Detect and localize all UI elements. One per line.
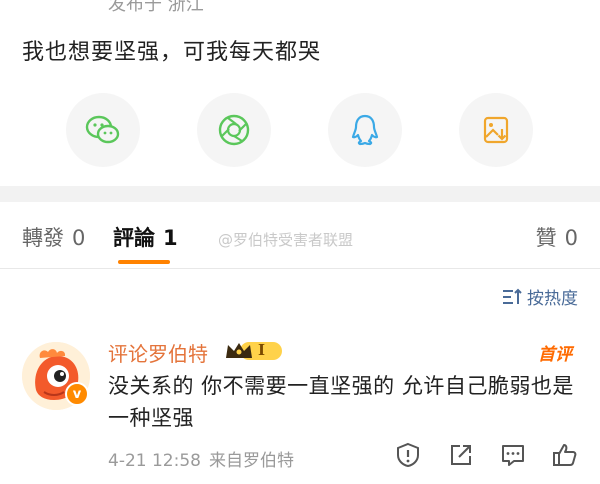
save-image-icon	[483, 116, 509, 144]
tab-comment-count: 1	[163, 226, 178, 250]
share-moments-button[interactable]	[197, 93, 271, 167]
watermark: @罗伯特受害者联盟	[218, 231, 354, 249]
comment-time: 4-21 12:58	[108, 451, 201, 471]
qq-icon	[351, 114, 379, 146]
share-comment-icon[interactable]	[448, 442, 474, 468]
tab-repost[interactable]: 轉發 0	[22, 222, 85, 252]
tab-repost-count: 0	[72, 226, 86, 250]
share-qq-button[interactable]	[328, 93, 402, 167]
sort-icon	[503, 288, 522, 304]
share-save-image-button[interactable]	[459, 93, 533, 167]
user-level-text: I	[258, 341, 266, 359]
comment-source: 来自罗伯特	[208, 451, 294, 471]
share-row	[0, 93, 600, 167]
tab-like-count: 0	[564, 226, 578, 250]
section-gap	[0, 186, 600, 202]
tab-bar: 轉發 0 評論 1 @罗伯特受害者联盟 贊0	[0, 202, 600, 268]
reply-icon[interactable]	[500, 442, 526, 468]
tab-comment-label: 評論	[113, 226, 155, 250]
wechat-icon	[85, 115, 120, 144]
tab-active-underline	[118, 260, 170, 264]
like-icon[interactable]	[552, 442, 578, 468]
crown-icon	[226, 342, 282, 360]
tab-repost-label: 轉發	[22, 226, 64, 250]
share-wechat-button[interactable]	[66, 93, 140, 167]
moments-icon	[218, 114, 250, 146]
tab-like-label: 贊	[535, 226, 557, 250]
comment-text: 没关系的 你不需要一直坚强的 允许自己脆弱也是一种坚强	[108, 374, 574, 430]
tab-divider	[0, 268, 600, 269]
comment-username[interactable]: 评论罗伯特	[108, 338, 208, 367]
report-icon[interactable]	[395, 442, 421, 468]
verified-badge: v	[65, 382, 89, 406]
sort-label: 按热度	[527, 289, 578, 309]
tab-comment[interactable]: 評論 1	[113, 222, 178, 252]
comment-footer: 4-21 12:58 来自罗伯特	[108, 446, 294, 471]
sort-button[interactable]: 按热度	[501, 284, 578, 309]
post-meta: 发布于 浙江	[108, 0, 204, 15]
user-level-badge[interactable]: I	[224, 339, 284, 363]
post-text: 我也想要坚强，可我每天都哭	[22, 40, 322, 65]
tab-like[interactable]: 贊0	[536, 222, 578, 252]
hot-tag: 首评	[538, 345, 572, 365]
